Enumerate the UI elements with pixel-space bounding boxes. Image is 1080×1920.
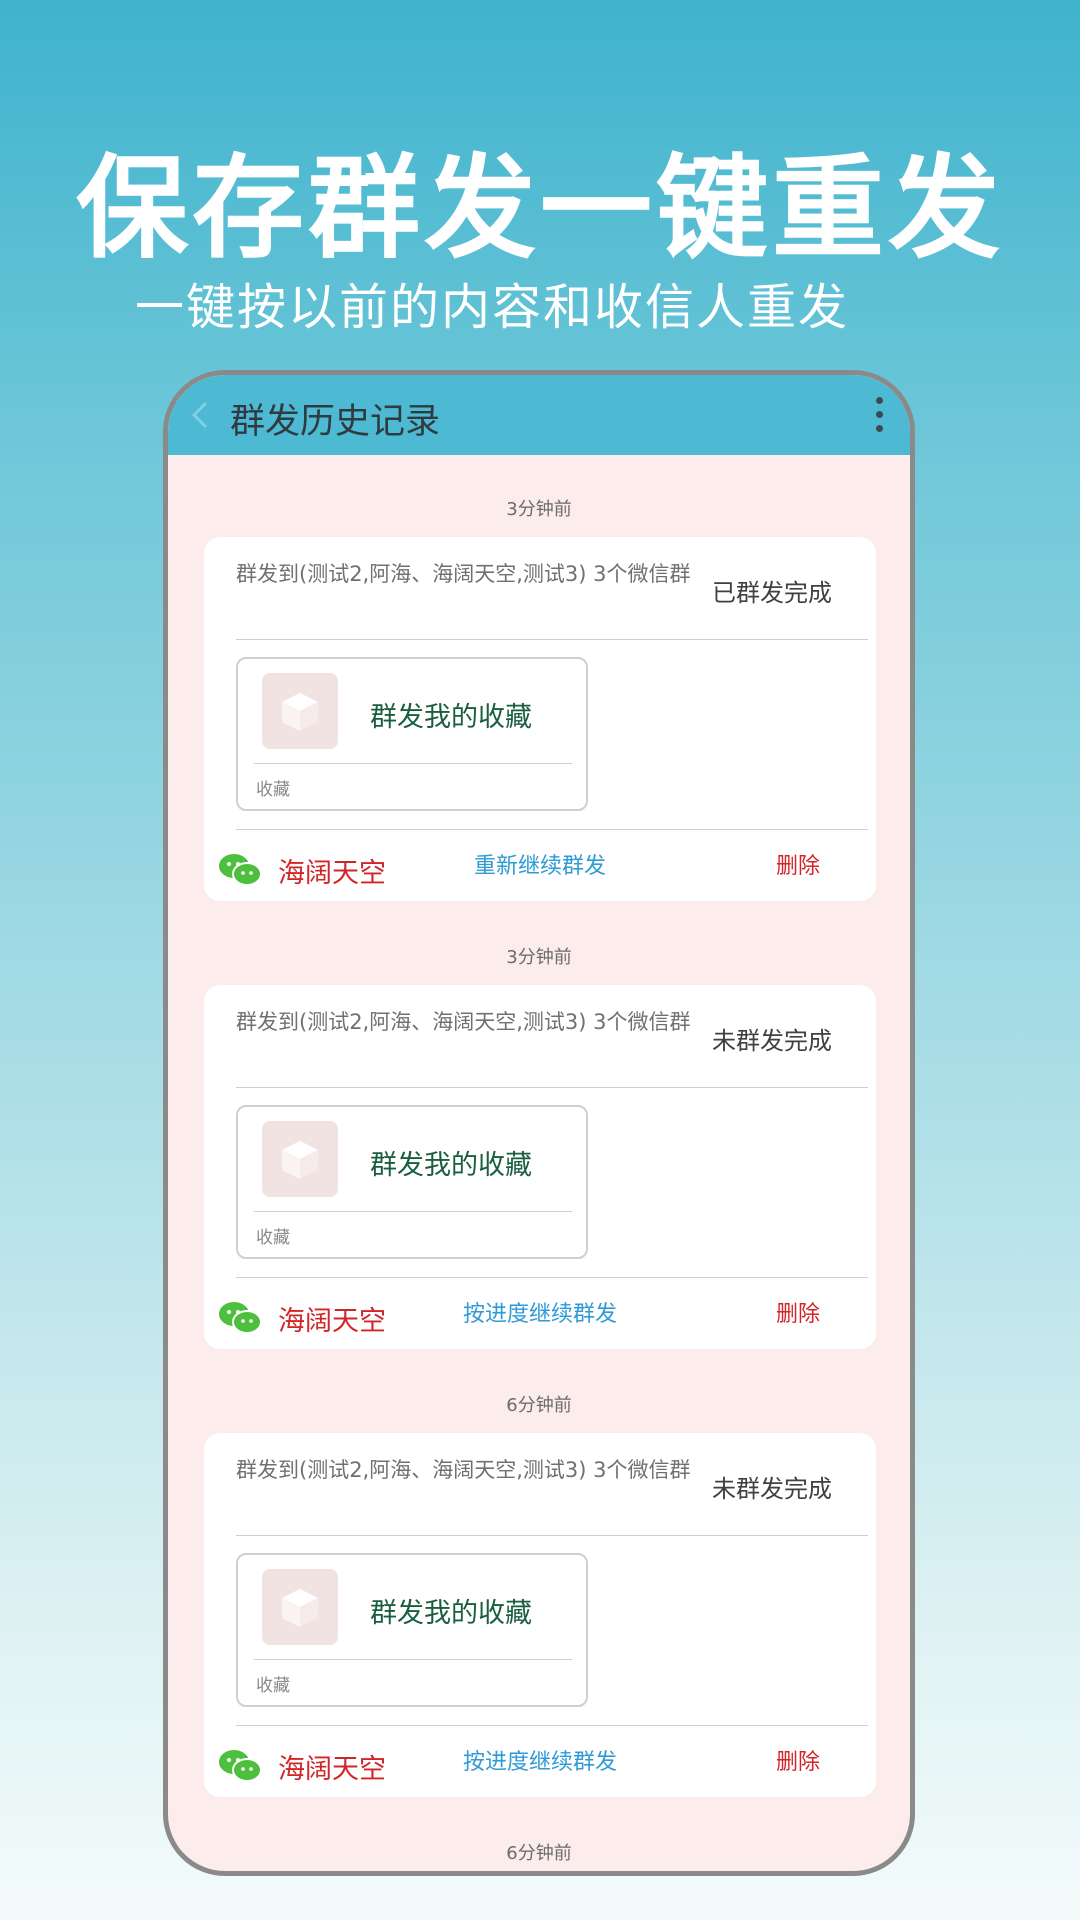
favorite-label: 收藏 bbox=[256, 1228, 290, 1248]
delete-button[interactable]: 删除 bbox=[776, 848, 820, 880]
record-description: 群发到(测试2,阿海、海阔天空,测试3) 3个微信群 bbox=[236, 1010, 691, 1034]
delete-button[interactable]: 删除 bbox=[776, 1296, 820, 1328]
record-time: 6分钟前 bbox=[506, 1843, 572, 1864]
package-icon bbox=[262, 1569, 338, 1645]
divider bbox=[236, 1535, 868, 1536]
delete-button[interactable]: 删除 bbox=[776, 1744, 820, 1776]
phone-frame: 群发历史记录 3分钟前 群发到(测试2,阿海、海阔天空,测试3) 3个微信群 已… bbox=[163, 370, 915, 1876]
favorite-title: 群发我的收藏 bbox=[370, 702, 532, 733]
promo-subtitle: 一键按以前的内容和收信人重发 bbox=[135, 279, 850, 336]
chevron-left-icon[interactable] bbox=[186, 397, 214, 433]
history-card: 群发到(测试2,阿海、海阔天空,测试3) 3个微信群 未群发完成 群发我的收藏 … bbox=[204, 1433, 876, 1797]
favorite-title: 群发我的收藏 bbox=[370, 1150, 532, 1181]
page-title: 群发历史记录 bbox=[230, 402, 441, 442]
divider bbox=[236, 1277, 868, 1278]
history-card: 群发到(测试2,阿海、海阔天空,测试3) 3个微信群 未群发完成 群发我的收藏 … bbox=[204, 985, 876, 1349]
record-time: 6分钟前 bbox=[506, 1395, 572, 1416]
favorite-preview[interactable]: 群发我的收藏 收藏 bbox=[236, 657, 588, 811]
promo-title: 保存群发一键重发 bbox=[76, 144, 1004, 274]
record-time: 3分钟前 bbox=[506, 499, 572, 520]
record-status: 未群发完成 bbox=[712, 1027, 832, 1055]
record-status: 未群发完成 bbox=[712, 1475, 832, 1503]
history-card: 群发到(测试2,阿海、海阔天空,测试3) 3个微信群 已群发完成 群发我的收藏 … bbox=[204, 537, 876, 901]
favorite-label: 收藏 bbox=[256, 780, 290, 800]
package-icon bbox=[262, 673, 338, 749]
divider bbox=[254, 1211, 572, 1212]
record-description: 群发到(测试2,阿海、海阔天空,测试3) 3个微信群 bbox=[236, 1458, 691, 1482]
record-time: 3分钟前 bbox=[506, 947, 572, 968]
favorite-preview[interactable]: 群发我的收藏 收藏 bbox=[236, 1553, 588, 1707]
record-status: 已群发完成 bbox=[712, 579, 832, 607]
more-vertical-icon[interactable] bbox=[874, 397, 884, 437]
history-list: 3分钟前 群发到(测试2,阿海、海阔天空,测试3) 3个微信群 已群发完成 群发… bbox=[168, 455, 910, 1871]
divider bbox=[236, 639, 868, 640]
divider bbox=[236, 829, 868, 830]
divider bbox=[236, 1725, 868, 1726]
divider bbox=[254, 763, 572, 764]
favorite-preview[interactable]: 群发我的收藏 收藏 bbox=[236, 1105, 588, 1259]
divider bbox=[254, 1659, 572, 1660]
favorite-label: 收藏 bbox=[256, 1676, 290, 1696]
favorite-title: 群发我的收藏 bbox=[370, 1598, 532, 1629]
app-bar: 群发历史记录 bbox=[168, 375, 910, 455]
divider bbox=[236, 1087, 868, 1088]
record-description: 群发到(测试2,阿海、海阔天空,测试3) 3个微信群 bbox=[236, 562, 691, 586]
package-icon bbox=[262, 1121, 338, 1197]
